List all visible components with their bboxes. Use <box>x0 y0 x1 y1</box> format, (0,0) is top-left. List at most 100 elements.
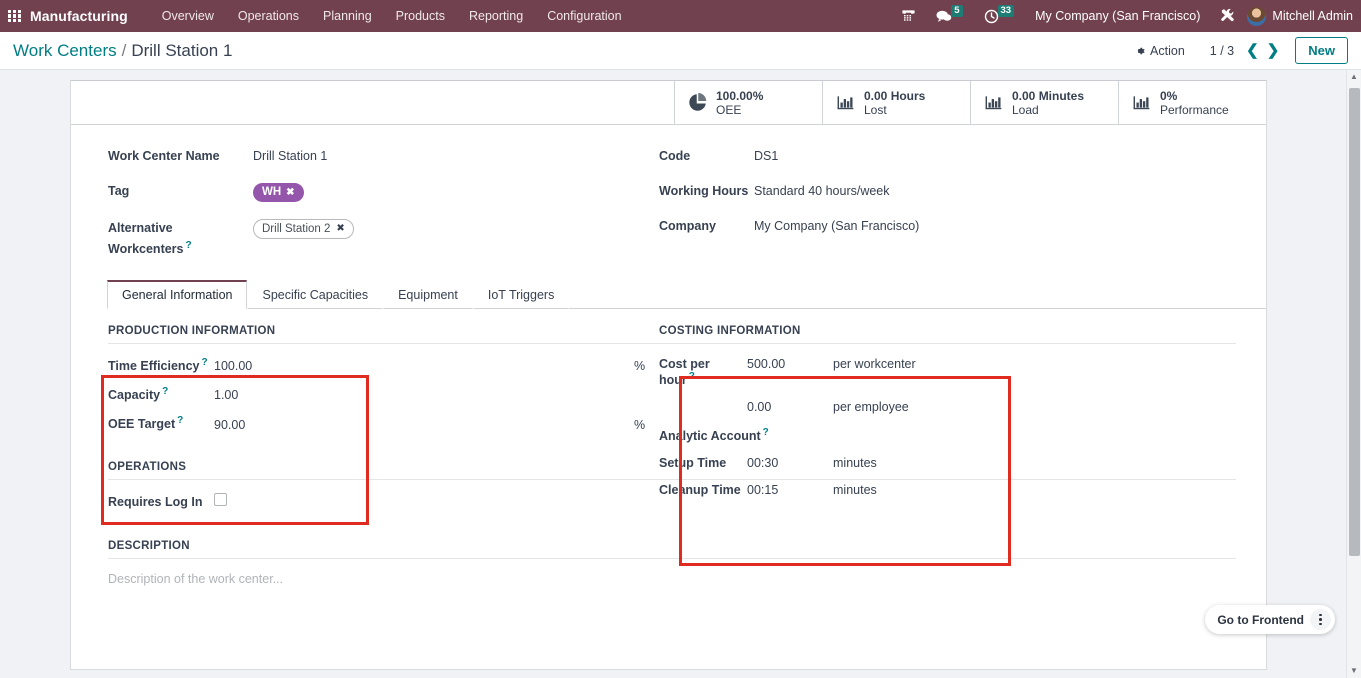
remove-tag-icon[interactable]: ✖ <box>286 186 294 199</box>
stat-value-load: 0.00 Minutes <box>1012 88 1085 103</box>
remove-tag-icon[interactable]: ✖ <box>336 222 344 236</box>
value-cost-per-hour-workcenter[interactable]: 500.00 <box>747 357 833 371</box>
stat-button-lost[interactable]: 0.00 Hours Lost <box>822 81 970 124</box>
field-setup-time: Setup Time 00:30 minutes <box>659 456 1209 470</box>
breadcrumb: Work Centers / Drill Station 1 <box>13 41 232 61</box>
record-pager[interactable]: 1 / 3 <box>1210 44 1234 58</box>
help-icon-analytic-account[interactable]: ? <box>763 427 769 438</box>
menu-products[interactable]: Products <box>384 9 457 23</box>
label-analytic-account: Analytic Account? <box>659 427 769 444</box>
label-work-center-name: Work Center Name <box>108 149 220 163</box>
value-cleanup-time[interactable]: 00:15 <box>747 483 833 497</box>
value-capacity[interactable]: 1.00 <box>214 388 634 402</box>
form-columns: Work Center Name Drill Station 1 Tag WH … <box>71 125 1266 275</box>
menu-overview[interactable]: Overview <box>150 9 226 23</box>
help-icon-oee-target[interactable]: ? <box>177 415 183 426</box>
stat-button-performance[interactable]: 0% Performance <box>1118 81 1266 124</box>
value-tag[interactable]: WH ✖ <box>253 182 304 202</box>
label-alt-line1: Alternative <box>108 221 173 235</box>
company-switcher[interactable]: My Company (San Francisco) <box>1025 9 1210 23</box>
tab-general-information[interactable]: General Information <box>107 280 248 310</box>
label-capacity: Capacity? <box>108 386 169 403</box>
menu-planning[interactable]: Planning <box>311 9 384 23</box>
stat-label-lost: Lost <box>864 102 887 117</box>
form-column-left: Work Center Name Drill Station 1 Tag WH … <box>71 147 649 275</box>
form-body: 100.00% OEE 0.00 Hours Lost 0.00 Minutes… <box>0 70 1361 678</box>
field-working-hours: Working Hours Standard 40 hours/week <box>659 182 1209 200</box>
stat-button-oee[interactable]: 100.00% OEE <box>674 81 822 124</box>
scroll-down-icon[interactable]: ▼ <box>1350 664 1358 678</box>
gear-icon <box>1134 45 1146 57</box>
menu-reporting[interactable]: Reporting <box>457 9 535 23</box>
unit-oee-target: % <box>634 417 646 432</box>
menu-configuration[interactable]: Configuration <box>535 9 633 23</box>
new-button[interactable]: New <box>1295 37 1348 64</box>
phone-icon[interactable] <box>891 9 926 24</box>
value-alternative-workcenters[interactable]: Drill Station 2 ✖ <box>253 219 354 239</box>
scrollbar-track[interactable] <box>1347 84 1361 664</box>
stat-text-oee: 100.00% OEE <box>716 89 763 117</box>
user-menu[interactable]: Mitchell Admin <box>1272 9 1353 23</box>
value-company[interactable]: My Company (San Francisco) <box>754 217 919 235</box>
tab-iot-triggers[interactable]: IoT Triggers <box>472 280 570 310</box>
stat-button-load[interactable]: 0.00 Minutes Load <box>970 81 1118 124</box>
scroll-up-icon[interactable]: ▲ <box>1350 70 1358 84</box>
vertical-scrollbar[interactable]: ▲ ▼ <box>1346 70 1361 678</box>
notebook-tabs: General Information Specific Capacities … <box>71 280 1266 310</box>
label-tag: Tag <box>108 184 130 198</box>
help-icon-time-efficiency[interactable]: ? <box>201 357 207 368</box>
tab-specific-capacities[interactable]: Specific Capacities <box>247 280 384 310</box>
unit-time-efficiency: % <box>634 359 646 374</box>
value-code[interactable]: DS1 <box>754 147 778 165</box>
stat-label-load: Load <box>1012 102 1039 117</box>
menu-operations[interactable]: Operations <box>226 9 311 23</box>
value-work-center-name[interactable]: Drill Station 1 <box>253 147 327 165</box>
label-requires-log-in: Requires Log In <box>108 494 203 509</box>
value-time-efficiency[interactable]: 100.00 <box>214 359 634 373</box>
label-working-hours: Working Hours <box>659 184 749 198</box>
section-title-costing-information: COSTING INFORMATION <box>659 325 1215 345</box>
help-icon-capacity[interactable]: ? <box>162 386 168 397</box>
chat-bubble-icon[interactable]: 5 <box>926 5 973 24</box>
tools-icon[interactable] <box>1210 8 1247 24</box>
tag-chip-label: WH <box>262 186 282 198</box>
tag-chip-drill-station-2[interactable]: Drill Station 2 ✖ <box>253 219 354 239</box>
field-code: Code DS1 <box>659 147 1209 165</box>
scrollbar-thumb[interactable] <box>1349 88 1360 556</box>
stat-value-lost: 0.00 Hours <box>864 88 926 103</box>
user-avatar[interactable] <box>1247 6 1267 26</box>
panel-right: COSTING INFORMATION Cost per hour? 500.0… <box>649 325 1215 585</box>
value-setup-time[interactable]: 00:30 <box>747 456 833 470</box>
field-work-center-name: Work Center Name Drill Station 1 <box>108 147 649 165</box>
unit-cleanup-time: minutes <box>833 483 877 498</box>
bar-chart-icon <box>984 94 1003 112</box>
help-icon-alternative-workcenters[interactable]: ? <box>186 240 192 251</box>
messages-count-badge: 5 <box>951 5 963 17</box>
tab-equipment[interactable]: Equipment <box>383 280 473 310</box>
checkbox-requires-log-in[interactable] <box>214 492 227 511</box>
clock-icon[interactable]: 33 <box>974 5 1026 24</box>
breadcrumb-work-centers[interactable]: Work Centers <box>13 41 117 61</box>
value-cost-per-hour-employee[interactable]: 0.00 <box>747 400 833 414</box>
action-button[interactable]: Action <box>1125 41 1194 61</box>
label-company: Company <box>659 219 716 233</box>
chevron-right-icon[interactable]: ❯ <box>1263 43 1284 58</box>
help-icon-cost-per-hour[interactable]: ? <box>689 371 695 382</box>
go-to-frontend-button[interactable]: Go to Frontend <box>1217 613 1304 627</box>
value-oee-target[interactable]: 90.00 <box>214 418 634 432</box>
description-input[interactable]: Description of the work center... <box>108 572 649 586</box>
apps-grid-icon[interactable] <box>8 9 21 23</box>
control-panel: Work Centers / Drill Station 1 Action 1 … <box>0 32 1361 70</box>
stat-label-oee: OEE <box>716 102 742 117</box>
activities-count-badge: 33 <box>997 5 1015 17</box>
tag-chip-wh[interactable]: WH ✖ <box>253 183 304 202</box>
app-brand-manufacturing[interactable]: Manufacturing <box>30 8 128 24</box>
label-oee-target: OEE Target? <box>108 415 184 432</box>
kebab-menu-icon[interactable] <box>1310 609 1331 630</box>
label-code: Code <box>659 149 691 163</box>
field-analytic-account: Analytic Account? <box>659 427 1209 443</box>
tag-chip-label: Drill Station 2 <box>262 223 331 235</box>
value-working-hours[interactable]: Standard 40 hours/week <box>754 182 890 200</box>
chevron-left-icon[interactable]: ❮ <box>1242 43 1263 58</box>
panel-left: PRODUCTION INFORMATION Time Efficiency? … <box>71 325 1236 586</box>
